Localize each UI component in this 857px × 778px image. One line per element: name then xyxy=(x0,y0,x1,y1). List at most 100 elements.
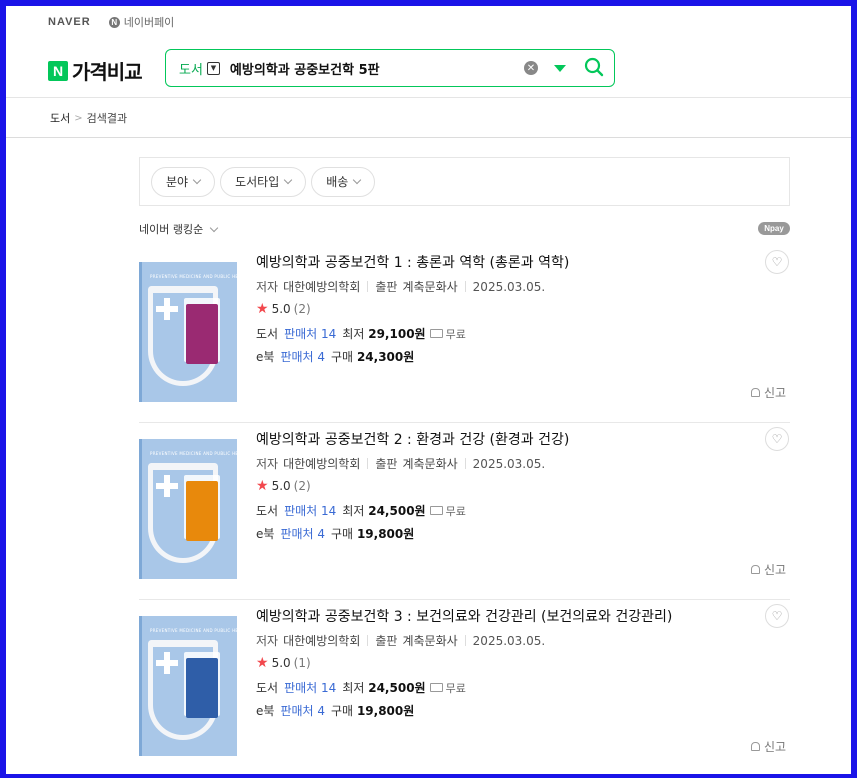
report-label: 신고 xyxy=(764,740,787,754)
result-item: PREVENTIVE MEDICINE AND PUBLIC HEALTH 예방… xyxy=(139,423,790,600)
result-item: PREVENTIVE MEDICINE AND PUBLIC HEALTH 예방… xyxy=(139,600,790,774)
result-title[interactable]: 예방의학과 공중보건학 2 : 환경과 건강 (환경과 건강) xyxy=(256,429,569,449)
filter-delivery[interactable]: 배송 xyxy=(311,166,376,197)
filter-label: 분야 xyxy=(166,175,189,189)
book-price[interactable]: 최저 29,100원 xyxy=(342,325,425,342)
result-title[interactable]: 예방의학과 공중보건학 1 : 총론과 역학 (총론과 역학) xyxy=(256,252,569,272)
report-button[interactable]: 신고 xyxy=(751,738,786,755)
ebook-sellers-link[interactable]: 판매처 4 xyxy=(280,525,325,542)
report-label: 신고 xyxy=(764,563,787,577)
cover-panel xyxy=(186,304,218,364)
rating[interactable]: ★ 5.0 (1) xyxy=(256,655,311,671)
shipping: 무료 xyxy=(429,680,466,696)
book-cover[interactable]: PREVENTIVE MEDICINE AND PUBLIC HEALTH xyxy=(139,439,237,579)
shipping-label: 무료 xyxy=(445,504,466,518)
author: 대한예방의학회 xyxy=(283,280,361,294)
category-select[interactable]: 도서 ▼ xyxy=(179,59,220,78)
book-label: 도서 xyxy=(256,504,279,518)
rating[interactable]: ★ 5.0 (2) xyxy=(256,478,311,494)
naver-logo[interactable]: NAVER xyxy=(48,16,91,28)
filter-bar: 분야 도서타입 배송 xyxy=(139,157,790,206)
rating-value: 5.0 xyxy=(271,479,291,493)
ebook-sellers-link[interactable]: 판매처 4 xyxy=(280,348,325,365)
ebook-price[interactable]: 구매 19,800원 xyxy=(331,525,414,542)
breadcrumb-divider xyxy=(6,137,851,138)
report-button[interactable]: 신고 xyxy=(751,384,786,401)
brand-n-icon: N xyxy=(48,60,68,81)
dropdown-arrow-icon[interactable] xyxy=(554,64,566,72)
ebook-sellers-link[interactable]: 판매처 4 xyxy=(280,702,325,719)
chevron-down-icon xyxy=(353,175,362,185)
heart-icon: ♡ xyxy=(771,432,783,446)
search-box: 도서 ▼ 예방의학과 공중보건학 5판 ✕ xyxy=(165,49,615,87)
search-icon xyxy=(584,57,604,76)
caret-down-icon: ▼ xyxy=(206,61,220,75)
star-icon: ★ xyxy=(256,301,269,317)
publish-date: 2025.03.05. xyxy=(472,456,546,471)
wishlist-button[interactable]: ♡ xyxy=(765,604,789,628)
heart-icon: ♡ xyxy=(771,609,783,623)
breadcrumb-separator: > xyxy=(74,112,83,124)
book-cover[interactable]: PREVENTIVE MEDICINE AND PUBLIC HEALTH xyxy=(139,262,237,402)
result-meta: 저자 대한예방의학회 출판 계축문화사 2025.03.05. xyxy=(256,278,545,295)
cross-icon xyxy=(156,298,178,320)
book-sellers-link[interactable]: 판매처 14 xyxy=(284,325,336,342)
shipping-label: 무료 xyxy=(445,681,466,695)
ebook-price-row: e북 판매처 4 구매 24,300원 xyxy=(256,348,414,365)
report-label: 신고 xyxy=(764,386,787,400)
publisher: 계축문화사 xyxy=(402,457,458,471)
ebook-label: e북 xyxy=(256,350,275,364)
result-title[interactable]: 예방의학과 공중보건학 3 : 보건의료와 건강관리 (보건의료와 건강관리) xyxy=(256,606,672,626)
book-price-row: 도서 판매처 14 최저 24,500원 무료 xyxy=(256,679,466,696)
result-meta: 저자 대한예방의학회 출판 계축문화사 2025.03.05. xyxy=(256,455,545,472)
shipping-label: 무료 xyxy=(445,327,466,341)
brand-logo[interactable]: N 가격비교 xyxy=(48,56,143,85)
star-icon: ★ xyxy=(256,478,269,494)
alarm-icon xyxy=(751,565,760,574)
clear-icon[interactable]: ✕ xyxy=(524,61,538,75)
book-sellers-link[interactable]: 판매처 14 xyxy=(284,679,336,696)
report-button[interactable]: 신고 xyxy=(751,561,786,578)
author-label: 저자 xyxy=(256,457,279,471)
search-button[interactable] xyxy=(584,57,604,80)
chevron-down-icon xyxy=(192,175,202,185)
truck-icon xyxy=(429,506,443,515)
cover-panel xyxy=(186,481,218,541)
author-label: 저자 xyxy=(256,280,279,294)
book-price[interactable]: 최저 24,500원 xyxy=(342,679,425,696)
publisher-label: 출판 xyxy=(375,634,398,648)
npay-filter-badge[interactable]: Npay xyxy=(758,222,790,235)
breadcrumb-current: 검색결과 xyxy=(86,112,128,125)
meta-divider xyxy=(464,635,466,646)
ebook-price[interactable]: 구매 19,800원 xyxy=(331,702,414,719)
cross-icon xyxy=(156,652,178,674)
filter-genre[interactable]: 분야 xyxy=(151,166,216,197)
publisher-label: 출판 xyxy=(375,457,398,471)
book-price[interactable]: 최저 24,500원 xyxy=(342,502,425,519)
heart-icon: ♡ xyxy=(771,255,783,269)
alarm-icon xyxy=(751,742,760,751)
publish-date: 2025.03.05. xyxy=(472,633,546,648)
ebook-label: e북 xyxy=(256,704,275,718)
meta-divider xyxy=(367,281,369,292)
rating-value: 5.0 xyxy=(271,656,291,670)
sort-select[interactable]: 네이버 랭킹순 xyxy=(139,221,219,237)
truck-icon xyxy=(429,329,443,338)
top-links: NAVER N 네이버페이 xyxy=(48,14,174,30)
author: 대한예방의학회 xyxy=(283,634,361,648)
filter-book-type[interactable]: 도서타입 xyxy=(220,166,307,197)
truck-icon xyxy=(429,683,443,692)
breadcrumb-category[interactable]: 도서 xyxy=(50,110,70,126)
rating[interactable]: ★ 5.0 (2) xyxy=(256,301,311,317)
search-input[interactable]: 예방의학과 공중보건학 5판 xyxy=(230,59,524,78)
npay-link[interactable]: N 네이버페이 xyxy=(108,14,175,30)
sort-label: 네이버 랭킹순 xyxy=(139,223,204,236)
npay-label: 네이버페이 xyxy=(123,16,175,29)
filter-label: 배송 xyxy=(326,175,349,189)
wishlist-button[interactable]: ♡ xyxy=(765,427,789,451)
ebook-price[interactable]: 구매 24,300원 xyxy=(331,348,414,365)
book-cover[interactable]: PREVENTIVE MEDICINE AND PUBLIC HEALTH xyxy=(139,616,237,756)
wishlist-button[interactable]: ♡ xyxy=(765,250,789,274)
rating-value: 5.0 xyxy=(271,302,291,316)
book-sellers-link[interactable]: 판매처 14 xyxy=(284,502,336,519)
